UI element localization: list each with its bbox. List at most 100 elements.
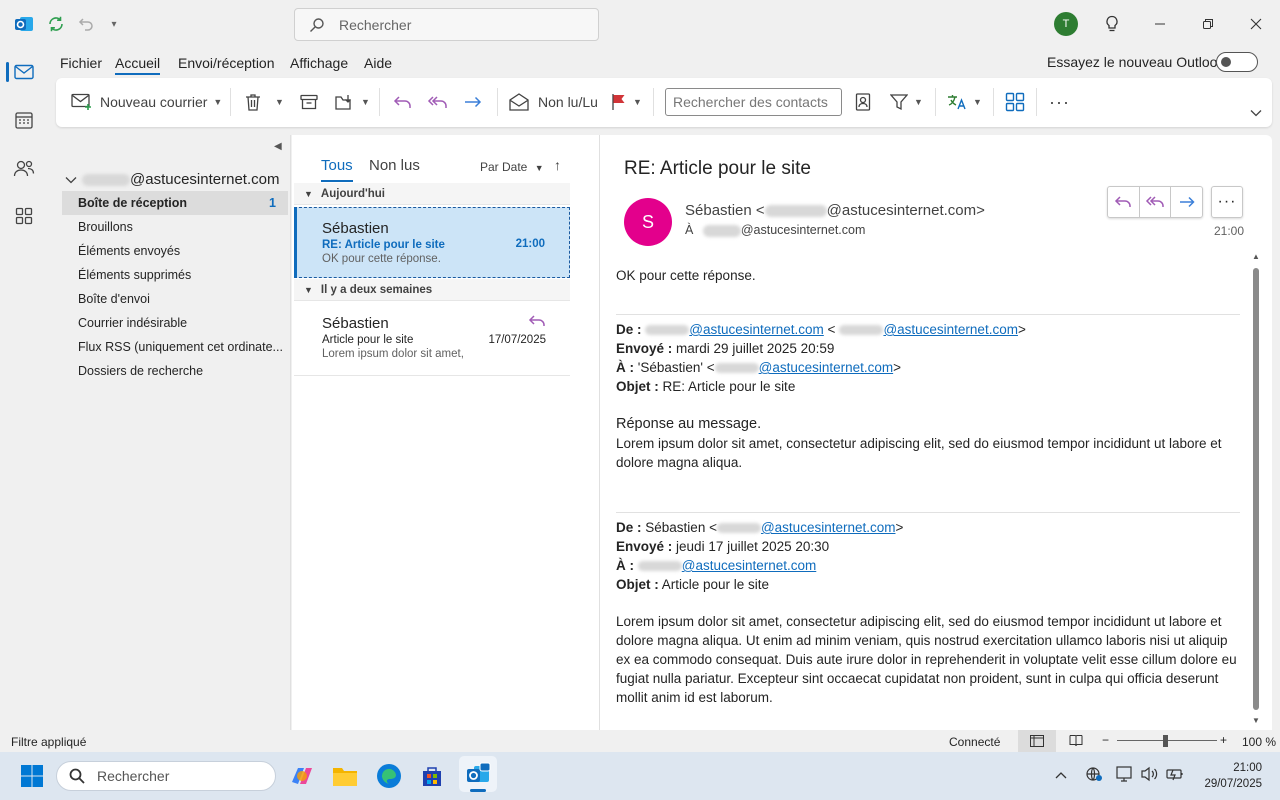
expand-ribbon-icon[interactable] xyxy=(1250,100,1262,126)
zoom-out-icon[interactable]: − xyxy=(1102,733,1109,747)
email-link[interactable]: @astucesinternet.com xyxy=(759,360,894,375)
contact-search-input[interactable]: Rechercher des contacts xyxy=(665,88,842,116)
folder-sent[interactable]: Éléments envoyés xyxy=(62,239,288,263)
address-book-button[interactable] xyxy=(855,89,871,115)
tab-accueil[interactable]: Accueil xyxy=(115,55,161,75)
message-item[interactable]: Sébastien RE: Article pour le site OK po… xyxy=(294,207,570,278)
battery-icon[interactable] xyxy=(1166,766,1184,785)
reply-button[interactable] xyxy=(393,89,413,115)
blurred-address xyxy=(764,205,827,218)
group-header-today[interactable]: ▼ Aujourd'hui xyxy=(294,183,570,205)
edge-browser-icon[interactable] xyxy=(375,762,403,790)
ethernet-icon[interactable] xyxy=(1116,766,1134,785)
email-link[interactable]: @astucesinternet.com xyxy=(761,520,896,535)
folder-drafts[interactable]: Brouillons xyxy=(62,215,288,239)
sort-dropdown[interactable]: Par Date ▼ xyxy=(480,160,544,174)
chevron-down-icon: ▼ xyxy=(213,97,223,107)
forward-button[interactable] xyxy=(463,89,483,115)
sort-direction-icon[interactable]: ↑ xyxy=(554,157,561,173)
folder-rss[interactable]: Flux RSS (uniquement cet ordinate... xyxy=(62,335,288,359)
chevron-down-icon: ▼ xyxy=(633,97,642,107)
show-hidden-icons[interactable] xyxy=(1055,766,1067,782)
filter-unread-tab[interactable]: Non lus xyxy=(369,157,420,174)
tab-fichier[interactable]: Fichier xyxy=(60,55,102,71)
replied-icon xyxy=(528,313,546,332)
collapse-pane-icon[interactable]: ◀ xyxy=(274,141,282,152)
folder-deleted[interactable]: Éléments supprimés xyxy=(62,263,288,287)
new-mail-button[interactable]: Nouveau courrier ▼ xyxy=(71,89,222,115)
reading-view-icon[interactable] xyxy=(1069,734,1083,749)
forward-icon xyxy=(465,96,482,108)
customize-toolbar-icon[interactable]: ▾ xyxy=(102,12,126,36)
undo-icon[interactable] xyxy=(74,12,98,36)
unread-read-button[interactable]: Non lu/Lu xyxy=(509,89,598,115)
apps-button[interactable] xyxy=(1005,89,1025,115)
email-link[interactable]: @astucesinternet.com xyxy=(883,322,1018,337)
delete-button[interactable]: ▼ xyxy=(245,89,284,115)
scroll-thumb[interactable] xyxy=(1253,268,1259,710)
outlook-taskbar-icon[interactable] xyxy=(459,756,497,792)
sender-line[interactable]: Sébastien < @astucesinternet.com> xyxy=(685,202,985,219)
forward-button[interactable] xyxy=(1171,187,1202,217)
new-outlook-toggle[interactable] xyxy=(1216,52,1258,72)
system-clock[interactable]: 21:00 29/07/2025 xyxy=(1200,760,1262,792)
lightbulb-icon[interactable] xyxy=(1100,12,1124,36)
filter-all-tab[interactable]: Tous xyxy=(321,157,353,182)
reply-button[interactable] xyxy=(1108,187,1140,217)
folder-junk[interactable]: Courrier indésirable xyxy=(62,311,288,335)
restore-button[interactable] xyxy=(1196,12,1220,36)
scroll-down-icon[interactable]: ▼ xyxy=(1251,716,1261,725)
tab-affichage[interactable]: Affichage xyxy=(290,55,348,71)
message-preview: Lorem ipsum dolor sit amet, xyxy=(322,348,464,360)
folder-outbox[interactable]: Boîte d'envoi xyxy=(62,287,288,311)
people-icon[interactable] xyxy=(0,152,48,184)
message-item[interactable]: Sébastien Article pour le site Lorem ips… xyxy=(294,303,570,376)
group-header-two-weeks[interactable]: ▼ Il y a deux semaines xyxy=(294,279,570,301)
chevron-down-icon: ▼ xyxy=(534,163,544,173)
message-time: 17/07/2025 xyxy=(488,334,546,346)
minimize-button[interactable] xyxy=(1148,12,1172,36)
folder-search[interactable]: Dossiers de recherche xyxy=(62,359,288,383)
sender-avatar[interactable]: S xyxy=(624,198,672,246)
copilot-icon[interactable] xyxy=(288,762,316,790)
filter-email-button[interactable]: ▼ xyxy=(890,89,923,115)
message-list: Tous Non lus Par Date ▼ ↑ ▼ Aujourd'hui … xyxy=(292,135,599,730)
zoom-in-icon[interactable]: + xyxy=(1220,733,1227,747)
sync-icon[interactable] xyxy=(44,12,68,36)
calendar-icon[interactable] xyxy=(0,104,48,136)
tab-envoi-reception[interactable]: Envoi/réception xyxy=(178,55,275,71)
taskbar-search[interactable]: Rechercher xyxy=(56,761,276,791)
microsoft-store-icon[interactable] xyxy=(418,762,446,790)
windows-start-icon[interactable] xyxy=(18,762,46,790)
search-box[interactable]: Rechercher xyxy=(294,8,599,41)
apps-icon[interactable] xyxy=(0,200,48,232)
user-avatar[interactable]: T xyxy=(1054,12,1078,36)
email-link[interactable]: @astucesinternet.com xyxy=(689,322,824,337)
account-header[interactable]: @astucesinternet.com xyxy=(65,171,279,188)
normal-view-icon[interactable] xyxy=(1018,730,1056,752)
tab-aide[interactable]: Aide xyxy=(364,55,392,71)
flag-button[interactable]: ▼ xyxy=(611,89,642,115)
folder-inbox[interactable]: Boîte de réception 1 xyxy=(62,191,288,215)
translate-button[interactable]: ▼ xyxy=(947,89,982,115)
mail-icon[interactable] xyxy=(0,56,48,88)
network-status-icon[interactable] xyxy=(1085,766,1103,785)
zoom-level[interactable]: 100 % xyxy=(1242,735,1276,749)
chevron-down-icon: ▼ xyxy=(275,97,284,107)
scroll-up-icon[interactable]: ▲ xyxy=(1251,252,1261,261)
zoom-thumb[interactable] xyxy=(1163,735,1168,747)
move-button[interactable]: ▼ xyxy=(335,89,370,115)
email-link[interactable]: @astucesinternet.com xyxy=(682,558,817,573)
close-button[interactable] xyxy=(1244,12,1268,36)
file-explorer-icon[interactable] xyxy=(331,762,359,790)
reading-scrollbar[interactable]: ▲ ▼ xyxy=(1251,252,1261,728)
new-mail-icon xyxy=(71,93,91,110)
reply-all-button[interactable] xyxy=(1140,187,1172,217)
more-actions-button[interactable]: ··· xyxy=(1211,186,1243,218)
archive-button[interactable] xyxy=(300,89,318,115)
reply-all-button[interactable] xyxy=(427,89,449,115)
volume-icon[interactable] xyxy=(1141,766,1159,785)
envelope-open-icon xyxy=(509,93,529,111)
email-body: OK pour cette réponse. De : @astucesinte… xyxy=(616,266,1240,707)
more-options-icon[interactable]: ··· xyxy=(1049,89,1070,115)
